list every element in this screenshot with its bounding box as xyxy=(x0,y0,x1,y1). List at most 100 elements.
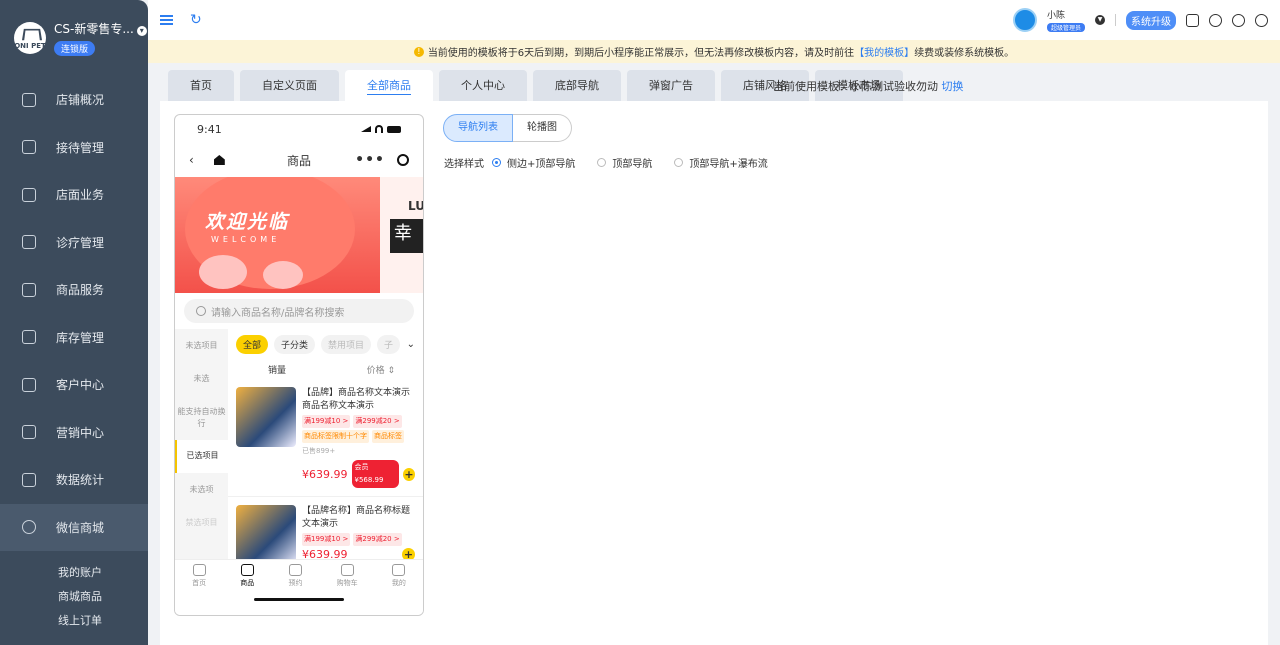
style-option-side-top[interactable]: 侧边+顶部导航 xyxy=(492,155,575,170)
pig-illustration xyxy=(199,255,247,289)
sort-sales[interactable]: 销量 xyxy=(268,363,286,376)
category-item[interactable]: 能支持自动换行 xyxy=(175,396,228,440)
sold-count: 已售899+ xyxy=(302,447,336,455)
sidebar-item-store-overview[interactable]: 店铺概况 xyxy=(0,76,148,124)
editor-segment: 导航列表 轮播图 xyxy=(443,114,572,142)
category-item[interactable]: 已选项目 xyxy=(175,439,228,473)
coupon-tag: 满199减10 > xyxy=(302,533,351,546)
category-item: 禁选项目 xyxy=(185,517,218,527)
wifi-icon xyxy=(375,125,383,133)
headset-icon[interactable] xyxy=(1232,13,1245,27)
home-indicator xyxy=(254,598,344,601)
tabbar-me[interactable]: 我的 xyxy=(392,564,406,588)
radio-icon xyxy=(597,158,607,167)
avatar[interactable] xyxy=(1012,8,1037,32)
refresh-icon[interactable]: ↻ xyxy=(190,12,202,28)
sidebar-item-clinic[interactable]: 诊疗管理 xyxy=(0,219,148,267)
tab-custom-page[interactable]: 自定义页面 xyxy=(240,70,339,101)
bell-icon[interactable] xyxy=(1209,13,1222,27)
tab-profile[interactable]: 个人中心 xyxy=(439,70,527,101)
subnav-item-mall-products[interactable]: 商城商品 xyxy=(58,585,148,609)
category-item[interactable]: 未选项目 xyxy=(175,329,228,362)
product-name: 【品牌】商品名称文本演示商品名称文本演示 xyxy=(302,388,411,411)
chevron-down-icon[interactable]: ▾ xyxy=(136,26,147,36)
style-option-top-waterfall[interactable]: 顶部导航+瀑布流 xyxy=(674,155,768,170)
tabbar-booking[interactable]: 预约 xyxy=(288,564,302,588)
tab-bottom-nav[interactable]: 底部导航 xyxy=(533,70,621,101)
seg-nav-list[interactable]: 导航列表 xyxy=(443,114,513,142)
banner-carousel[interactable]: 欢迎光临 WELCOME LU 幸 xyxy=(175,177,423,293)
phone-preview: 9:41 ‹ 商品 ••• 欢迎光临 WELCOME LU xyxy=(174,114,424,616)
store-name[interactable]: CS-新零售专... ▾ xyxy=(54,20,147,37)
sidebar-item-statistics[interactable]: 数据统计 xyxy=(0,456,148,504)
search-input[interactable]: 请输入商品名称/品牌名称搜索 xyxy=(184,299,414,323)
tab-popup-ad[interactable]: 弹窗广告 xyxy=(627,70,715,101)
sidebar-item-customers[interactable]: 客户中心 xyxy=(0,361,148,409)
product-card[interactable]: 【品牌】商品名称文本演示商品名称文本演示 满199减10 > 满299减20 >… xyxy=(228,379,423,497)
sidebar-item-wechat-mall[interactable]: 微信商城 xyxy=(0,503,148,551)
switch-template-link[interactable]: 切换 xyxy=(942,80,964,93)
product-name: 【品牌名称】商品名称标题文本演示 xyxy=(302,506,411,529)
store-brand[interactable]: ONI PET CS-新零售专... ▾ 连锁版 xyxy=(0,0,148,76)
help-icon[interactable] xyxy=(1255,13,1268,27)
grid-icon xyxy=(240,564,254,576)
bag-icon xyxy=(22,282,36,297)
my-template-link[interactable]: 【我的模板】 xyxy=(854,44,914,59)
subnav-item-my-account[interactable]: 我的账户 xyxy=(58,561,148,585)
monitor-icon xyxy=(22,92,36,107)
coupon-tag: 满199减10 > xyxy=(302,415,351,428)
product-tag: 商品标签 xyxy=(372,430,404,443)
calendar-icon[interactable] xyxy=(1186,13,1199,27)
home-icon xyxy=(22,187,36,202)
user-icon xyxy=(392,564,406,576)
chip: 子 xyxy=(377,334,401,354)
chevron-down-icon[interactable]: ▼ xyxy=(1095,15,1105,25)
seg-carousel[interactable]: 轮播图 xyxy=(513,114,572,142)
sort-price[interactable]: 价格 ⇕ xyxy=(367,363,395,376)
add-to-cart-button[interactable]: + xyxy=(403,467,415,481)
topbar: ↻ 小陈 超级管理员 ▼ 系统升级 xyxy=(148,0,1280,40)
sidebar-item-products[interactable]: 商品服务 xyxy=(0,266,148,314)
price: ¥639.99 xyxy=(302,467,348,481)
chip[interactable]: 子分类 xyxy=(274,334,316,354)
current-template: 当前使用模板：小陈测试验收勿动 切换 xyxy=(773,80,964,93)
banner-slide: LU 幸 xyxy=(380,177,423,293)
price: ¥639.99 xyxy=(302,548,348,559)
tab-all-products[interactable]: 全部商品 xyxy=(345,70,433,101)
trend-icon xyxy=(22,472,36,487)
sidebar-item-marketing[interactable]: 营销中心 xyxy=(0,409,148,457)
close-capsule-icon[interactable] xyxy=(397,154,409,166)
category-item[interactable]: 未选项 xyxy=(175,473,228,506)
sidebar: ONI PET CS-新零售专... ▾ 连锁版 店铺概况 接待管理 店面业务 诊… xyxy=(0,0,148,645)
calendar-icon xyxy=(288,564,302,576)
style-option-top[interactable]: 顶部导航 xyxy=(597,155,652,170)
tabbar-home[interactable]: 首页 xyxy=(192,564,206,588)
category-item[interactable]: 未选 xyxy=(175,362,228,395)
warning-icon: ! xyxy=(413,46,424,57)
sidebar-nav: 店铺概况 接待管理 店面业务 诊疗管理 商品服务 库存管理 客户中心 营销中心 … xyxy=(0,76,148,551)
tab-home[interactable]: 首页 xyxy=(168,70,234,101)
user-role-badge: 超级管理员 xyxy=(1046,23,1085,32)
sidebar-item-inventory[interactable]: 库存管理 xyxy=(0,314,148,362)
tabbar-cart[interactable]: 购物车 xyxy=(337,564,358,588)
user-icon xyxy=(22,377,36,392)
sidebar-item-reception[interactable]: 接待管理 xyxy=(0,124,148,172)
chip: 禁用项目 xyxy=(321,334,372,354)
style-label: 选择样式 xyxy=(444,159,484,170)
tabbar-products[interactable]: 商品 xyxy=(240,564,254,588)
add-to-cart-button[interactable]: + xyxy=(402,548,415,559)
pig-illustration xyxy=(263,261,303,289)
product-card[interactable]: 【品牌名称】商品名称标题文本演示 满199减10 > 满299减20 > ¥63… xyxy=(228,497,423,559)
subnav-item-online-orders[interactable]: 线上订单 xyxy=(58,609,148,633)
menu-icon[interactable] xyxy=(160,15,173,25)
upgrade-button[interactable]: 系统升级 xyxy=(1126,10,1176,30)
chip[interactable]: 全部 xyxy=(236,334,269,354)
radio-icon xyxy=(674,158,684,167)
subcategory-chips: 全部 子分类 禁用项目 子 ⌄ xyxy=(228,329,423,359)
sort-bar: 销量 价格 ⇕ xyxy=(228,359,423,379)
category-sidebar: 未选项目 未选 能支持自动换行 已选项目 未选项 禁选项目 xyxy=(175,329,228,559)
banner-title: 欢迎光临 xyxy=(205,211,290,233)
sidebar-item-store-business[interactable]: 店面业务 xyxy=(0,171,148,219)
phone-status-bar: 9:41 xyxy=(175,115,423,143)
chevron-down-icon[interactable]: ⌄ xyxy=(407,339,415,350)
